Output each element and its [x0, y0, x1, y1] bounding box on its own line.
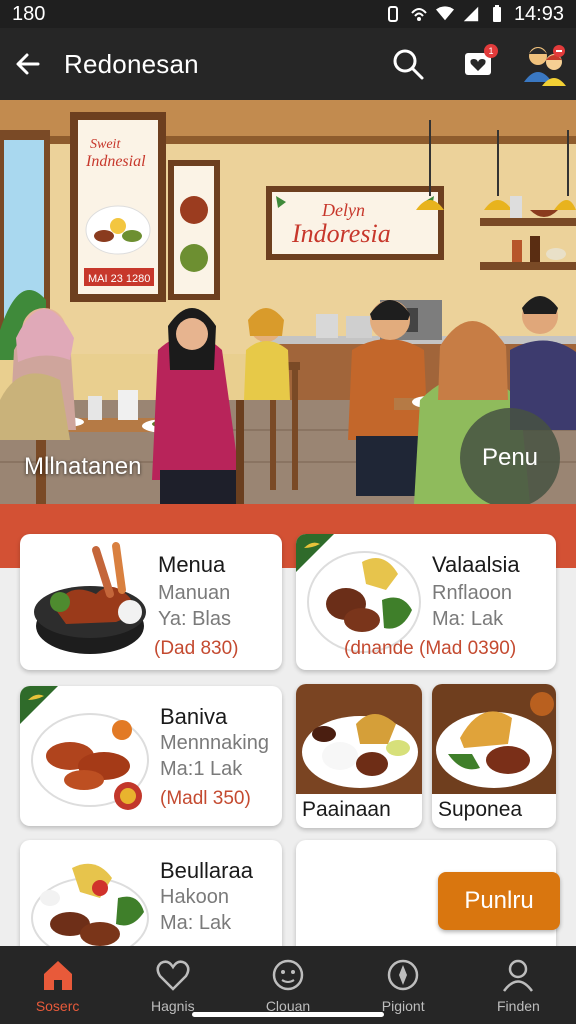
menu-content: Menua Manuan Ya: Blas (Dad 830) Valaalsi… — [0, 504, 576, 946]
card-detail: Ya: Blas — [158, 608, 231, 630]
card-detail: Ma:1 Lak — [160, 758, 243, 780]
dish-image — [34, 542, 146, 654]
menu-card[interactable]: Baniva Mennnaking Ma:1 Lak (Madl 350) — [20, 686, 282, 826]
user-icon — [503, 959, 534, 992]
photo-caption: Paainaan — [302, 798, 391, 821]
menu-card[interactable]: Valaalsia Rnflaoon Ma: Lak (dnande (Mad … — [296, 534, 556, 670]
page-title: Redonesan — [64, 48, 199, 79]
dish-image — [31, 863, 149, 946]
status-bar: 180 14:93 — [0, 0, 576, 28]
battery-icon — [488, 5, 506, 23]
vibrate-icon — [384, 5, 402, 23]
app-bar: Redonesan 1 — [0, 28, 576, 100]
status-left-text: 180 — [12, 2, 46, 25]
hero-caption: Mllnatanen — [24, 453, 142, 480]
card-title: Beullaraa — [160, 858, 253, 883]
heart-icon — [156, 960, 190, 991]
wifi-icon — [435, 5, 454, 23]
hero-banner: Sweit Indnesial MAI 23 1280 Delyn Indore… — [0, 100, 576, 504]
notification-badge: 1 — [484, 44, 498, 58]
nav-label: Finden — [497, 998, 540, 1014]
card-title: Baniva — [160, 704, 228, 729]
poster-footer: MAI 23 1280 — [88, 273, 150, 285]
arrow-left-icon — [16, 53, 40, 75]
hotspot-icon — [410, 5, 428, 23]
search-button[interactable] — [382, 38, 434, 90]
nav-label: Pigiont — [381, 998, 425, 1014]
sign-line2: Indoresia — [291, 219, 391, 248]
card-price: (Dad 830) — [154, 638, 239, 659]
home-icon — [43, 961, 72, 990]
dish-image — [432, 684, 556, 794]
card-subtitle: Hakoon — [160, 886, 229, 908]
menu-card[interactable]: Menua Manuan Ya: Blas (Dad 830) — [20, 534, 282, 670]
search-icon — [393, 49, 424, 80]
sign-line1: Delyn — [321, 200, 365, 220]
status-time: 14:93 — [513, 2, 564, 25]
card-subtitle: Rnflaoon — [432, 582, 513, 604]
photo-card[interactable]: Paainaan — [296, 684, 422, 828]
order-button[interactable]: Punlru — [438, 872, 560, 930]
card-detail: Ma: Lak — [432, 608, 504, 630]
home-indicator — [192, 1012, 384, 1017]
dish-image — [31, 713, 149, 810]
compass-icon — [387, 959, 419, 991]
card-subtitle: Mennnaking — [160, 732, 269, 754]
favorites-inbox-button[interactable]: 1 — [452, 38, 504, 90]
hero-menu-button[interactable]: Penu — [460, 408, 560, 504]
card-price: (Madl 350) — [160, 788, 251, 809]
poster-line1: Sweit — [90, 137, 121, 152]
poster-line2: Indnesial — [85, 153, 146, 170]
back-button[interactable] — [2, 38, 54, 90]
nav-item-finden[interactable]: Finden — [461, 946, 576, 1024]
nav-item-soserc[interactable]: Soserc — [0, 946, 115, 1024]
nav-label: Soserc — [35, 998, 80, 1014]
card-price: (dnande (Mad 0390) — [344, 638, 517, 659]
card-title: Valaalsia — [432, 552, 520, 577]
dish-image — [296, 684, 422, 794]
card-subtitle: Manuan — [158, 582, 231, 604]
nav-label: Hagnis — [151, 998, 195, 1014]
photo-caption: Suponea — [438, 798, 523, 821]
signal-icon — [462, 5, 480, 23]
card-title: Menua — [158, 552, 226, 577]
avatar[interactable] — [522, 42, 566, 86]
photo-card[interactable]: Suponea — [432, 684, 556, 828]
face-icon — [272, 959, 304, 991]
card-detail: Ma: Lak — [160, 912, 232, 934]
menu-card[interactable]: Beullaraa Hakoon Ma: Lak — [20, 840, 282, 946]
